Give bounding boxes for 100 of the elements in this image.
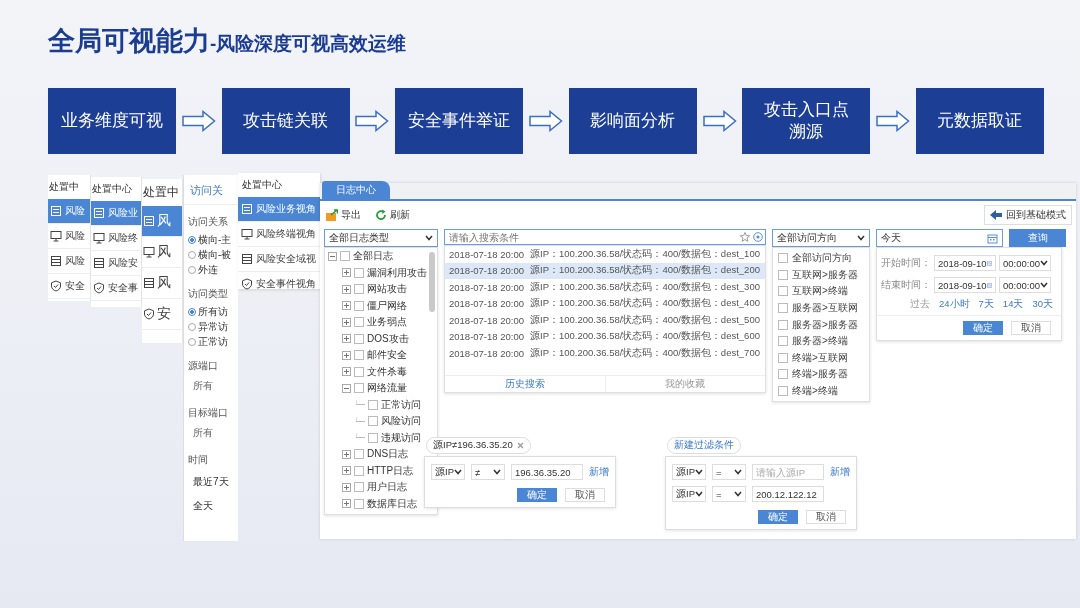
direction-option[interactable]: 终端>互联网: [792, 350, 848, 365]
direction-option[interactable]: 终端>终端: [792, 384, 838, 399]
timestamp: 2018-07-18 20:00: [449, 298, 524, 310]
field-label: 目标端口: [188, 406, 229, 420]
add-link[interactable]: 新增: [830, 465, 850, 479]
menu-item[interactable]: 风: [142, 206, 182, 237]
menu-item[interactable]: 风险: [48, 249, 90, 274]
log-text: 源IP：100.200.36.58/状态码：400/数据包：dest_200: [530, 264, 760, 278]
menu-item[interactable]: 风: [142, 268, 182, 299]
search-field[interactable]: 请输入搜索条件: [444, 229, 766, 245]
operator-select[interactable]: ≠: [471, 464, 505, 480]
timestamp: 2018-07-18 20:00: [449, 281, 524, 293]
option-label: 外连: [198, 262, 218, 277]
range-link[interactable]: 30天: [1032, 298, 1053, 311]
timestamp: 2018-07-18 20:00: [449, 347, 524, 359]
result-row[interactable]: 2018-07-18 20:00 源IP：100.200.36.58/状态码：400/数据包：dest_300: [445, 279, 765, 296]
direction-option[interactable]: 互联网>服务器: [792, 267, 858, 282]
field-label: 开始时间：: [881, 256, 931, 270]
tree-item[interactable]: DNS日志: [367, 447, 409, 462]
cancel-button[interactable]: 取消: [806, 510, 846, 524]
tree-item[interactable]: 违规访问: [381, 430, 421, 445]
option-label: 所有访: [198, 304, 228, 319]
result-row[interactable]: 2018-07-18 20:00 源IP：100.200.36.58/状态码：400/数据包：dest_100: [445, 246, 765, 263]
time-option[interactable]: 最近7天: [184, 470, 238, 494]
tree-item[interactable]: 漏洞利用攻击: [367, 265, 427, 280]
menu-item[interactable]: 风险终: [91, 226, 141, 251]
range-link[interactable]: 7天: [978, 298, 994, 311]
tree-item[interactable]: DOS攻击: [367, 331, 409, 346]
field-select[interactable]: 源IP: [672, 464, 706, 480]
tree-item[interactable]: 正常访问: [381, 397, 421, 412]
tree-item[interactable]: 僵尸网络: [367, 298, 407, 313]
log-text: 源IP：100.200.36.58/状态码：400/数据包：dest_100: [530, 247, 761, 261]
result-row[interactable]: 2018-07-18 20:00 源IP：100.200.36.58/状态码：400/数据包：dest_400: [445, 295, 765, 312]
menu-item[interactable]: 风险: [48, 199, 90, 224]
time-select[interactable]: 00:00:00: [999, 255, 1051, 271]
toolbar-button[interactable]: 刷新: [373, 208, 412, 222]
direction-select[interactable]: 全部访问方向: [772, 229, 870, 247]
query-button[interactable]: 查询: [1009, 229, 1066, 247]
confirm-button[interactable]: 确定: [758, 510, 798, 524]
tree-item[interactable]: 用户日志: [367, 480, 407, 495]
back-button[interactable]: 回到基础模式: [984, 205, 1072, 225]
option-label: 横向-被: [198, 247, 232, 262]
cancel-button[interactable]: 取消: [565, 488, 605, 502]
direction-option[interactable]: 互联网>终端: [792, 284, 848, 299]
operator-select[interactable]: =: [712, 486, 746, 502]
menu-item[interactable]: 风险业: [91, 201, 141, 226]
tree-item[interactable]: 文件杀毒: [367, 364, 407, 379]
menu-item[interactable]: 安: [142, 299, 182, 330]
range-label: 过去: [909, 298, 930, 311]
result-row[interactable]: 2018-07-18 20:00 源IP：100.200.36.58/状态码：400/数据包：dest_200: [445, 262, 765, 279]
tree-item[interactable]: 数据库日志: [367, 496, 417, 511]
tree-item[interactable]: 网络流量: [367, 381, 407, 396]
filter-chip[interactable]: 源IP≠196.36.35.20: [426, 437, 531, 454]
direction-option[interactable]: 终端>服务器: [792, 367, 848, 382]
subtitle-text: -风险深度可视高效运维: [210, 33, 407, 56]
tree-item[interactable]: 全部日志: [353, 249, 393, 264]
log-text: 源IP：100.200.36.58/状态码：400/数据包：dest_500: [530, 313, 761, 327]
cancel-button[interactable]: 取消: [1011, 321, 1051, 335]
add-link[interactable]: 新增: [589, 465, 609, 479]
range-link[interactable]: 24小时: [938, 298, 970, 311]
tab[interactable]: 历史搜索: [445, 376, 605, 392]
log-type-select[interactable]: 全部日志类型: [324, 229, 438, 247]
title-text: 全局可视能力: [48, 25, 210, 58]
menu-item[interactable]: 风: [142, 237, 182, 268]
time-option[interactable]: 全天: [184, 494, 238, 518]
confirm-button[interactable]: 确定: [517, 488, 557, 502]
field-select[interactable]: 源IP: [672, 486, 706, 502]
menu-item[interactable]: 安全事: [91, 276, 141, 301]
field-select[interactable]: 源IP: [431, 464, 465, 480]
direction-option[interactable]: 全部访问方向: [792, 251, 852, 266]
date-input[interactable]: 2018-09-10: [934, 277, 996, 293]
result-row[interactable]: 2018-07-18 20:00 源IP：100.200.36.58/状态码：400/数据包：dest_600: [445, 328, 765, 345]
menu-item[interactable]: 风险业务视角: [238, 197, 320, 222]
time-select[interactable]: 00:00:00: [999, 277, 1051, 293]
direction-option[interactable]: 服务器>终端: [792, 334, 848, 349]
value-input[interactable]: 196.36.35.20: [511, 464, 583, 480]
menu-item[interactable]: 风险安: [91, 251, 141, 276]
toolbar-button[interactable]: 导出: [324, 208, 363, 222]
tree-item[interactable]: 风险访问: [381, 414, 421, 429]
direction-option[interactable]: 服务器>服务器: [792, 317, 858, 332]
filter-chip[interactable]: 新建过滤条件: [667, 437, 741, 454]
process-step: 业务维度可视: [48, 88, 176, 154]
tree-item[interactable]: HTTP日志: [367, 463, 414, 478]
tree-item[interactable]: 网站攻击: [367, 282, 407, 297]
result-row[interactable]: 2018-07-18 20:00 源IP：100.200.36.58/状态码：400/数据包：dest_500: [445, 312, 765, 329]
date-input[interactable]: 2018-09-10: [934, 255, 996, 271]
tree-item[interactable]: 业务弱点: [367, 315, 407, 330]
confirm-button[interactable]: 确定: [963, 321, 1003, 335]
direction-option[interactable]: 服务器>互联网: [792, 301, 858, 316]
result-row[interactable]: 2018-07-18 20:00 源IP：100.200.36.58/状态码：400/数据包：dest_700: [445, 345, 765, 362]
menu-item[interactable]: 安全: [48, 274, 90, 299]
operator-select[interactable]: =: [712, 464, 746, 480]
field-label: 结束时间：: [881, 278, 931, 292]
value-input[interactable]: 请输入源IP: [752, 464, 824, 480]
value-input[interactable]: 200.12.122.12: [752, 486, 824, 502]
range-link[interactable]: 14天: [1002, 298, 1024, 311]
date-field[interactable]: 今天: [876, 229, 1003, 247]
menu-item[interactable]: 风险: [48, 224, 90, 249]
tree-item[interactable]: 邮件安全: [367, 348, 407, 363]
tab[interactable]: 日志中心: [322, 181, 390, 199]
